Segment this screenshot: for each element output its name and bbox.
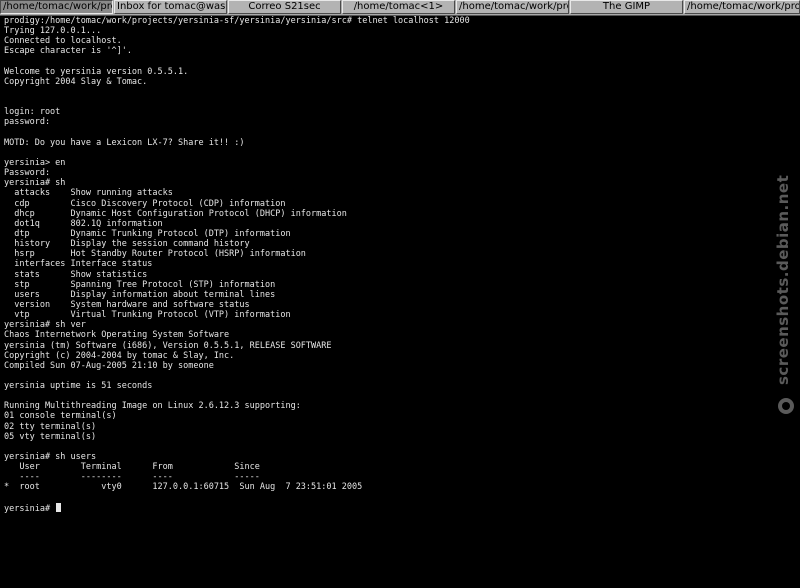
terminal-line: MOTD: Do you have a Lexicon LX-7? Share … xyxy=(4,137,245,148)
terminal-line: stp Spanning Tree Protocol (STP) informa… xyxy=(4,279,276,290)
terminal-line: yersinia# sh users xyxy=(4,452,97,463)
text-cursor xyxy=(56,502,62,512)
task-button-correo[interactable]: Correo S21sec xyxy=(228,0,341,14)
watermark-text: screenshots.debian.net xyxy=(774,174,792,386)
terminal-line: Copyright (c) 2004-2004 by tomac & Slay,… xyxy=(4,350,235,361)
terminal-line: interfaces Interface status xyxy=(4,259,153,270)
terminal-line: users Display information about terminal… xyxy=(4,289,276,300)
debian-swirl-icon xyxy=(778,398,794,414)
task-button-terminal-1[interactable]: /home/tomac/work/proj... xyxy=(0,0,113,14)
terminal-line: Running Multithreading Image on Linux 2.… xyxy=(4,401,301,412)
terminal-line: Copyright 2004 Slay & Tomac. xyxy=(4,76,148,87)
terminal-line: hsrp Hot Standby Router Protocol (HSRP) … xyxy=(4,249,306,260)
task-button-inbox[interactable]: Inbox for tomac@wasa... xyxy=(114,0,227,14)
terminal-line: history Display the session command hist… xyxy=(4,239,250,250)
terminal-line: Trying 127.0.0.1... xyxy=(4,26,102,37)
terminal-line: login: root xyxy=(4,107,61,118)
terminal-line: yersinia uptime is 51 seconds xyxy=(4,381,153,392)
terminal-window[interactable]: prodigy:/home/tomac/work/projects/yersin… xyxy=(4,16,764,584)
taskbar: /home/tomac/work/proj... Inbox for tomac… xyxy=(0,0,800,16)
terminal-line: version System hardware and software sta… xyxy=(4,299,250,310)
terminal-line: yersinia# xyxy=(4,502,764,514)
terminal-line: vtp Virtual Trunking Protocol (VTP) info… xyxy=(4,310,291,321)
terminal-line: yersinia# sh xyxy=(4,178,66,189)
terminal-line: Connected to localhost. xyxy=(4,36,122,47)
terminal-line: 05 vty terminal(s) xyxy=(4,431,97,442)
terminal-line: password: xyxy=(4,117,51,128)
terminal-line: dhcp Dynamic Host Configuration Protocol… xyxy=(4,208,347,219)
terminal-line: 02 tty terminal(s) xyxy=(4,421,97,432)
terminal-line: dtp Dynamic Trunking Protocol (DTP) info… xyxy=(4,228,291,239)
terminal-line: Chaos Internetwork Operating System Soft… xyxy=(4,330,230,341)
terminal-line: dot1q 802.1Q information xyxy=(4,218,163,229)
task-button-terminal-2[interactable]: /home/tomac<1> xyxy=(342,0,455,14)
terminal-line: Compiled Sun 07-Aug-2005 21:10 by someon… xyxy=(4,360,214,371)
terminal-line: User Terminal From Since xyxy=(4,462,260,473)
watermark: screenshots.debian.net xyxy=(774,170,798,420)
terminal-line: Password: xyxy=(4,168,51,179)
task-button-terminal-3[interactable]: /home/tomac/work/proj... xyxy=(456,0,569,14)
terminal-line: 01 console terminal(s) xyxy=(4,411,117,422)
terminal-line: yersinia> en xyxy=(4,157,66,168)
task-button-gimp[interactable]: The GIMP xyxy=(570,0,683,14)
terminal-line: prodigy:/home/tomac/work/projects/yersin… xyxy=(4,16,470,26)
terminal-line: stats Show statistics xyxy=(4,269,148,280)
terminal-line: cdp Cisco Discovery Protocol (CDP) infor… xyxy=(4,198,286,209)
terminal-line: yersinia# sh ver xyxy=(4,320,86,331)
terminal-line: ---- -------- ---- ----- xyxy=(4,472,260,483)
terminal-line: Welcome to yersinia version 0.5.5.1. xyxy=(4,66,189,77)
terminal-line: * root vty0 127.0.0.1:60715 Sun Aug 7 23… xyxy=(4,482,363,493)
terminal-line: attacks Show running attacks xyxy=(4,188,173,199)
task-button-terminal-4[interactable]: /home/tomac/work/proje... xyxy=(684,0,800,14)
terminal-line: yersinia (tm) Software (i686), Version 0… xyxy=(4,340,332,351)
terminal-line: Escape character is '^]'. xyxy=(4,46,132,57)
